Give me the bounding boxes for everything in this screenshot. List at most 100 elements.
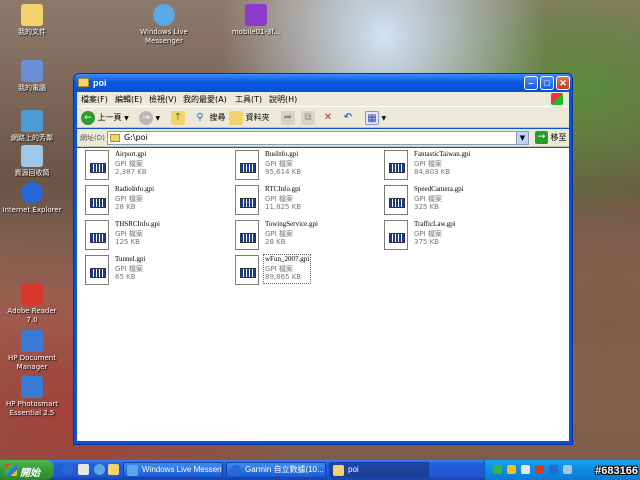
menu-file[interactable]: 檔案(F) bbox=[81, 94, 108, 105]
delete-button[interactable]: ✕ bbox=[321, 110, 335, 126]
task-poi[interactable]: poi bbox=[329, 462, 429, 478]
recycle-bin-icon bbox=[21, 145, 43, 167]
close-button[interactable]: ✕ bbox=[556, 76, 570, 90]
file-item[interactable]: Airport.gpi GPI 檔案 2,387 KB bbox=[85, 150, 225, 186]
file-item[interactable]: THSRCInfo.gpi GPI 檔案 125 KB bbox=[85, 220, 225, 256]
network-icon bbox=[21, 110, 43, 132]
task-garmin[interactable]: Garmin 自立數據(10... bbox=[226, 462, 326, 478]
task-label: Garmin 自立數據(10... bbox=[245, 465, 324, 474]
desktop-icon-label: HP Document Manager bbox=[8, 354, 56, 371]
desktop-icon-label: 網路上的芳鄰 bbox=[11, 134, 53, 142]
back-button[interactable]: ← 上一頁 ▼ bbox=[81, 110, 129, 126]
back-arrow-icon: ← bbox=[81, 110, 95, 125]
file-name: RTCInfo.gpi bbox=[265, 185, 301, 193]
file-item[interactable]: RTCInfo.gpi GPI 檔案 11,825 KB bbox=[235, 185, 375, 221]
file-item[interactable]: FantasticTaiwan.gpi GPI 檔案 84,803 KB bbox=[384, 150, 524, 186]
folders-button[interactable]: 資料夾 bbox=[229, 110, 270, 126]
file-size: 375 KB bbox=[414, 238, 439, 246]
gpi-file-icon bbox=[235, 150, 259, 180]
desktop-icon-network[interactable]: 網路上的芳鄰 bbox=[2, 110, 62, 143]
desktop-icon-my-documents[interactable]: 我的文件 bbox=[2, 4, 62, 37]
computer-icon bbox=[21, 60, 43, 82]
desktop-icon-recycle-bin[interactable]: 資源回收筒 bbox=[2, 145, 62, 178]
address-input[interactable]: G:\poi ▼ bbox=[107, 131, 529, 145]
file-size: 2,387 KB bbox=[115, 168, 147, 176]
file-item[interactable]: RadioInfo.gpi GPI 檔案 28 KB bbox=[85, 185, 225, 221]
forward-arrow-icon: → bbox=[139, 110, 153, 125]
file-item[interactable]: BusInfo.gpi GPI 檔案 95,614 KB bbox=[235, 150, 375, 186]
file-item[interactable]: TowingService.gpi GPI 檔案 28 KB bbox=[235, 220, 375, 256]
menu-view[interactable]: 檢視(V) bbox=[149, 94, 177, 105]
tray-icon[interactable] bbox=[563, 465, 572, 474]
start-button[interactable]: 開始 bbox=[0, 460, 54, 480]
internet-explorer-icon[interactable] bbox=[62, 464, 73, 475]
undo-button[interactable]: ↶ bbox=[341, 110, 355, 126]
gpi-file-icon bbox=[85, 150, 109, 180]
forward-button[interactable]: → ▼ bbox=[139, 110, 160, 126]
search-button[interactable]: ⚲ 搜尋 bbox=[193, 110, 225, 126]
desktop-icon-hp-document-manager[interactable]: HP Document Manager bbox=[2, 330, 62, 372]
title-bar[interactable]: poi – □ ✕ bbox=[74, 74, 572, 92]
messenger-icon[interactable] bbox=[94, 464, 105, 475]
go-label: 移至 bbox=[550, 133, 567, 142]
menu-tools[interactable]: 工具(T) bbox=[235, 94, 262, 105]
file-size: 125 KB bbox=[115, 238, 140, 246]
maximize-button[interactable]: □ bbox=[540, 76, 554, 90]
file-item[interactable]: SpeedCamera.gpi GPI 檔案 325 KB bbox=[384, 185, 524, 221]
tray-icon[interactable] bbox=[535, 465, 544, 474]
messenger-icon bbox=[153, 4, 175, 26]
file-item-selected[interactable]: wFun_2007.gpi GPI 檔案 89,865 KB bbox=[235, 254, 375, 291]
gpi-file-icon bbox=[384, 150, 408, 180]
gpi-file-icon bbox=[235, 220, 259, 250]
tray-icon[interactable] bbox=[521, 465, 530, 474]
move-to-button[interactable]: ➦ bbox=[281, 110, 295, 126]
archive-icon bbox=[245, 4, 267, 26]
views-button[interactable]: ▦ ▼ bbox=[365, 110, 386, 126]
desktop-icon-my-computer[interactable]: 我的電腦 bbox=[2, 60, 62, 93]
up-folder-button[interactable]: ↑ bbox=[171, 110, 185, 126]
taskbar: 開始 Windows Live Messen... Garmin 自立數據(10… bbox=[0, 460, 640, 480]
desktop-icon-adobe-reader[interactable]: Adobe Reader 7.0 bbox=[2, 283, 62, 325]
desktop-icon-label: 我的電腦 bbox=[18, 84, 46, 92]
desktop-icon-windows-live-messenger[interactable]: Windows Live Messenger bbox=[134, 4, 194, 46]
show-desktop-icon[interactable] bbox=[78, 464, 89, 475]
file-item[interactable]: TrafficLaw.gpi GPI 檔案 375 KB bbox=[384, 220, 524, 256]
folders-icon bbox=[229, 110, 243, 125]
menu-favorites[interactable]: 我的最愛(A) bbox=[183, 94, 227, 105]
window-title: poi bbox=[93, 78, 107, 88]
desktop-icon-internet-explorer[interactable]: Internet Explorer bbox=[2, 182, 62, 215]
copy-to-icon: ⧉ bbox=[301, 110, 315, 125]
file-size: 89,865 KB bbox=[265, 273, 302, 281]
up-folder-icon: ↑ bbox=[171, 110, 185, 125]
task-windows-live-messenger[interactable]: Windows Live Messen... bbox=[123, 462, 223, 478]
menu-help[interactable]: 說明(H) bbox=[269, 94, 297, 105]
folder-icon[interactable] bbox=[108, 464, 119, 475]
file-item[interactable]: Tunnel.gpi GPI 檔案 65 KB bbox=[85, 255, 225, 291]
copy-to-button[interactable]: ⧉ bbox=[301, 110, 315, 126]
gpi-file-icon bbox=[85, 220, 109, 250]
start-label: 開始 bbox=[20, 468, 40, 479]
file-name: TrafficLaw.gpi bbox=[414, 220, 456, 228]
gpi-file-icon bbox=[85, 255, 109, 285]
file-size: 28 KB bbox=[115, 203, 136, 211]
hp-document-icon bbox=[21, 330, 43, 352]
tray-icon[interactable] bbox=[507, 465, 516, 474]
menu-edit[interactable]: 編輯(E) bbox=[115, 94, 142, 105]
delete-icon: ✕ bbox=[323, 111, 333, 123]
file-name: THSRCInfo.gpi bbox=[115, 220, 160, 228]
gpi-file-icon bbox=[235, 255, 259, 285]
gpi-file-icon bbox=[384, 220, 408, 250]
minimize-button[interactable]: – bbox=[524, 76, 538, 90]
hp-photosmart-icon bbox=[21, 376, 43, 398]
messenger-icon bbox=[127, 465, 138, 476]
desktop-icon-hp-photosmart[interactable]: HP Photosmart Essential 2.5 bbox=[2, 376, 62, 418]
go-button[interactable]: → 移至 bbox=[535, 131, 567, 144]
file-name: Tunnel.gpi bbox=[115, 255, 146, 263]
chevron-down-icon: ▼ bbox=[381, 115, 387, 122]
desktop-icon-mobile01[interactable]: mobile01-3f... bbox=[226, 4, 286, 37]
tray-icon[interactable] bbox=[493, 465, 502, 474]
windows-logo-icon bbox=[5, 464, 17, 476]
chevron-down-icon[interactable]: ▼ bbox=[516, 132, 528, 144]
desktop-icon-label: Adobe Reader 7.0 bbox=[7, 307, 57, 324]
tray-icon[interactable] bbox=[549, 465, 558, 474]
